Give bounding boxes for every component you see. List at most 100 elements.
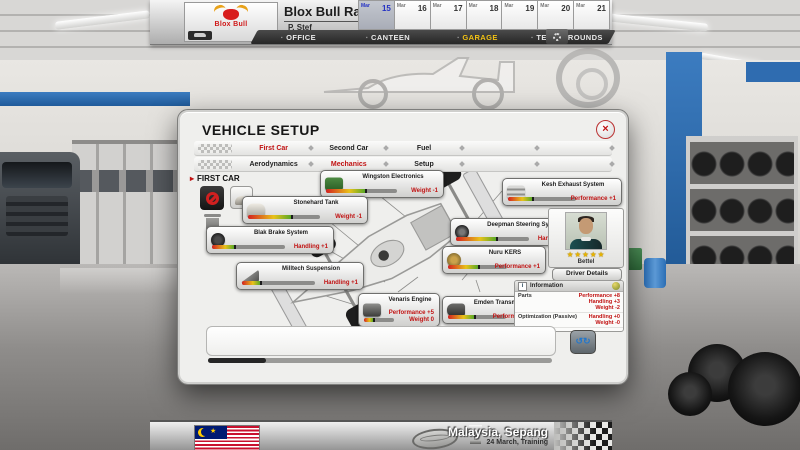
part-name: Venaris Engine: [385, 297, 435, 303]
car-icon: [194, 33, 206, 37]
calendar-daynum: 15: [382, 4, 391, 13]
tire-stack: [728, 352, 800, 426]
part-name: Blak Brake System: [233, 230, 329, 236]
blue-barrel: [644, 258, 666, 288]
wall-art-tire: [556, 48, 620, 108]
calendar-day[interactable]: Mar 21: [574, 0, 610, 30]
truck: [0, 152, 80, 268]
tab-first-car[interactable]: First Car: [259, 145, 288, 152]
nav-office[interactable]: OFFICE: [254, 33, 344, 42]
wall-art-f1-car: [318, 44, 558, 114]
part-milltech-suspension[interactable]: Milltech Suspension Handling +1: [236, 262, 364, 290]
wall-blue-stripe: [0, 92, 190, 106]
part-stonehard-tank[interactable]: Stonehard Tank Weight -1: [242, 196, 368, 224]
tab-setup[interactable]: Setup: [414, 161, 433, 168]
calendar-daynum: 16: [418, 4, 427, 13]
section-title: FIRST CAR: [190, 174, 240, 183]
information-panel: i Information Parts Performance +8 Handl…: [514, 280, 624, 332]
tab-fuel[interactable]: Fuel: [417, 145, 431, 152]
info-value: Weight -0: [589, 320, 620, 326]
bin-icon: [204, 214, 221, 217]
calendar-daynum: 21: [597, 4, 606, 13]
team-logo-label: Blox Bull: [185, 21, 277, 28]
tab-separator: [459, 145, 465, 151]
part-nuru-kers[interactable]: Nuru KERS Performance +1: [442, 246, 546, 274]
condition-bar: [326, 189, 397, 193]
part-name: Milltech Suspension: [263, 266, 359, 272]
tab-mechanics[interactable]: Mechanics: [331, 161, 367, 168]
calendar-month: Mar: [433, 3, 442, 9]
tab-separator: [459, 161, 465, 167]
tab-separator: [609, 145, 615, 151]
dialog-title: VEHICLE SETUP: [202, 122, 320, 138]
race-session: 24 March, Training: [487, 439, 548, 446]
calendar-daynum: 19: [525, 4, 534, 13]
tab-aerodynamics[interactable]: Aerodynamics: [249, 161, 297, 168]
part-stat: Performance +1: [571, 196, 616, 203]
part-stat: Performance +5: [389, 310, 434, 317]
part-name: Wingston Electronics: [347, 174, 439, 180]
garage-doors: [72, 140, 190, 272]
calendar: Mar 15 Mar 16 Mar 17 Mar 18 Mar 19 Mar 2…: [358, 0, 610, 30]
calendar-month: Mar: [361, 3, 370, 9]
calendar-day[interactable]: Mar 18: [467, 0, 503, 30]
nav-canteen[interactable]: CANTEEN: [344, 33, 434, 42]
close-button[interactable]: ×: [596, 120, 615, 139]
driver-card[interactable]: ★★★★★ Bettel: [548, 208, 624, 268]
remove-part-button[interactable]: [200, 186, 224, 210]
parts-tray[interactable]: [206, 326, 556, 356]
no-entry-icon: [206, 192, 219, 205]
tray-scrollbar[interactable]: [208, 358, 552, 363]
calendar-day[interactable]: Mar 20: [538, 0, 574, 30]
crescent-icon: [198, 428, 207, 437]
wall-blue-stripe-far: [746, 62, 800, 82]
part-stat: Weight -1: [335, 214, 362, 221]
part-name: Kesh Exhaust System: [529, 182, 617, 188]
malaysia-flag: ★: [194, 425, 260, 450]
part-blak-brakes[interactable]: Blak Brake System Handling +1: [206, 226, 334, 254]
info-row-parts: Parts Performance +8 Handling +3 Weight …: [515, 292, 623, 313]
calendar-day[interactable]: Mar 17: [431, 0, 467, 30]
calendar-month: Mar: [504, 3, 513, 9]
part-name: Nuru KERS: [469, 250, 541, 256]
truck-grille: [6, 196, 68, 236]
settings-button[interactable]: [546, 29, 568, 44]
calendar-daynum: 18: [490, 4, 499, 13]
driver-name: Bettel: [549, 259, 623, 265]
calendar-day[interactable]: Mar 19: [502, 0, 538, 30]
calendar-day-selected[interactable]: Mar 15: [358, 0, 395, 30]
calendar-month: Mar: [576, 3, 585, 9]
top-bar: Blox Bull Blox Bull Racing P. Stef Mar 1…: [150, 0, 612, 45]
condition-bar: [456, 237, 529, 241]
vehicle-setup-dialog: VEHICLE SETUP × First Car Second Car Fue…: [178, 110, 628, 384]
condition-bar: [212, 245, 285, 249]
info-icon: i: [518, 282, 527, 291]
wall-art-tire-inner: [576, 68, 608, 100]
condition-bar: [508, 197, 576, 201]
car-count-badge[interactable]: [188, 31, 212, 40]
game-screen: Blox Bull Blox Bull Racing P. Stef Mar 1…: [0, 0, 800, 450]
nav-garage[interactable]: GARAGE: [433, 33, 523, 42]
part-stat: Handling +1: [294, 244, 328, 251]
green-bin: [626, 248, 642, 270]
part-kesh-exhaust[interactable]: Kesh Exhaust System Performance +1: [502, 178, 622, 206]
part-venaris-engine[interactable]: Venaris Engine Performance +5 Weight 0: [358, 293, 440, 327]
condition-bar: [248, 215, 320, 219]
part-stat: Weight 0: [389, 317, 434, 324]
part-name: Stonehard Tank: [269, 200, 363, 206]
footer-bar: ★ Malaysia, Sepang 24 March, Training: [150, 420, 612, 450]
bull-icon: [214, 5, 248, 21]
driver-stars: ★★★★★: [549, 250, 623, 259]
part-wingston-electronics[interactable]: Wingston Electronics Weight -1: [320, 170, 444, 198]
tab-second-car[interactable]: Second Car: [329, 145, 368, 152]
engine-icon: [363, 304, 381, 317]
tray-scrollbar-thumb[interactable]: [208, 358, 266, 363]
tab-separator: [609, 161, 615, 167]
trash-button[interactable]: ↺↻: [570, 330, 596, 354]
checker-deco: [198, 160, 232, 169]
calendar-day[interactable]: Mar 16: [395, 0, 431, 30]
flag-star-icon: ★: [210, 427, 216, 435]
calendar-daynum: 17: [454, 4, 463, 13]
tab-separator: [534, 161, 540, 167]
calendar-month: Mar: [469, 3, 478, 9]
